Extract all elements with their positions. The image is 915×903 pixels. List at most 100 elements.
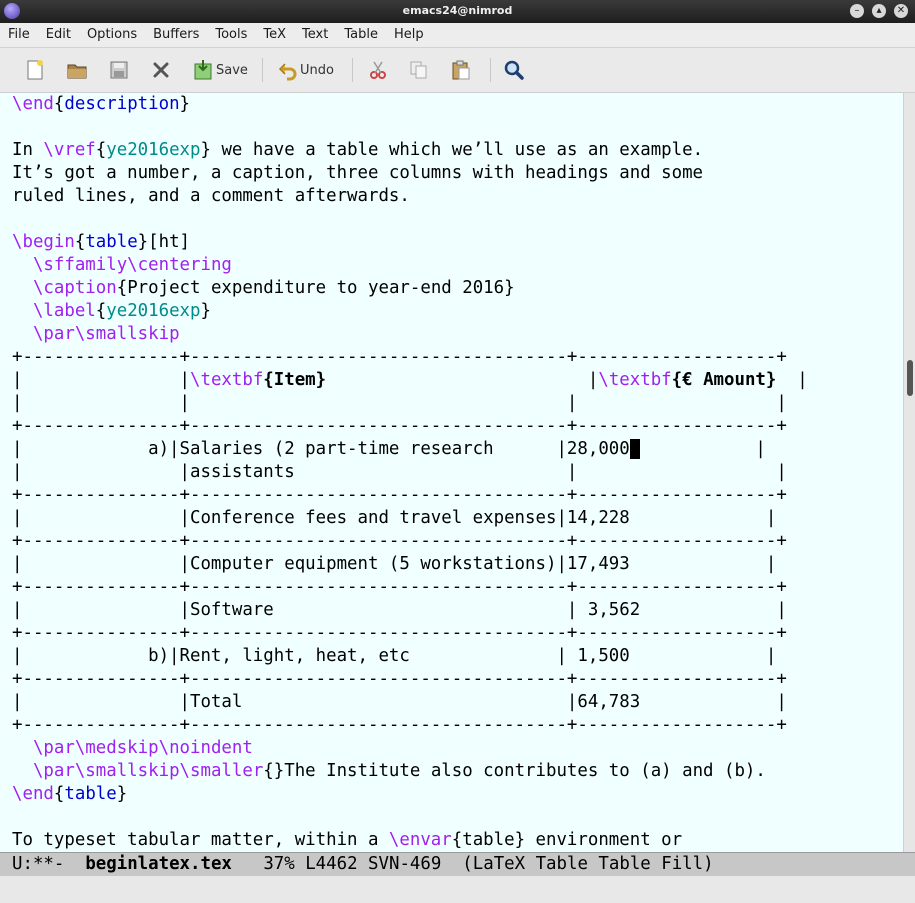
buffer-text: }[ht] [137, 232, 191, 252]
tool-bar: Save Undo [0, 48, 915, 93]
buffer-line[interactable]: \par\smallskip\smaller{}The Institute al… [12, 760, 766, 783]
buffer-line[interactable]: | |Conference fees and travel expenses|1… [12, 507, 776, 530]
buffer-line[interactable]: +---------------+-----------------------… [12, 346, 787, 369]
undo-arrow-icon [278, 63, 297, 81]
buffer-text: +---------------+-----------------------… [12, 623, 787, 643]
modeline-buffer-name: beginlatex.tex [85, 854, 232, 874]
buffer-line[interactable]: | |\textbf{Item} |\textbf{€ Amount} | [12, 369, 808, 392]
minibuffer[interactable] [0, 876, 915, 903]
buffer-text: { [53, 94, 65, 114]
buffer-line[interactable]: +---------------+-----------------------… [12, 415, 787, 438]
menu-tools[interactable]: Tools [207, 23, 255, 47]
search-button[interactable] [503, 58, 525, 82]
menu-buffers[interactable]: Buffers [145, 23, 207, 47]
kill-buffer-button[interactable] [150, 58, 172, 82]
buffer-text: {table} environment or [451, 830, 683, 850]
cut-button[interactable] [367, 58, 389, 82]
menu-text[interactable]: Text [294, 23, 336, 47]
buffer-text: {Project expenditure to year-end 2016} [116, 278, 515, 298]
scrollbar-thumb[interactable] [907, 360, 913, 396]
buffer-line[interactable]: +---------------+-----------------------… [12, 576, 787, 599]
save-button[interactable]: Save [192, 58, 248, 82]
buffer-line[interactable]: | b)|Rent, light, heat, etc | 1,500 | [12, 645, 776, 668]
buffer-line[interactable]: | |Software | 3,562 | [12, 599, 787, 622]
buffer-text: {Item} [263, 370, 327, 390]
new-file-button[interactable] [24, 58, 46, 82]
buffer-line[interactable]: +---------------+-----------------------… [12, 530, 787, 553]
buffer-text: | | [12, 370, 190, 390]
buffer-text: \par\smallskip\smaller [32, 761, 264, 781]
buffer-text: \par\smallskip [32, 324, 180, 344]
buffer-line[interactable]: ruled lines, and a comment afterwards. [12, 185, 410, 208]
buffer-text: | |Computer equipment (5 workstations)|1… [12, 554, 777, 574]
buffer-line[interactable]: \par\smallskip [12, 323, 180, 346]
open-folder-button[interactable] [66, 58, 88, 82]
text-cursor [629, 439, 641, 459]
buffer-line[interactable]: | |Total |64,783 | [12, 691, 787, 714]
buffer-line[interactable]: | |Computer equipment (5 workstations)|1… [12, 553, 776, 576]
menu-help[interactable]: Help [386, 23, 432, 47]
buffer-line[interactable]: \end{table} [12, 783, 127, 806]
buffer-line[interactable]: \label{ye2016exp} [12, 300, 211, 323]
buffer-text: \textbf [190, 370, 264, 390]
buffer-line[interactable]: \end{description} [12, 93, 190, 116]
buffer-text: +---------------+-----------------------… [12, 715, 787, 735]
editor-buffer[interactable]: \end{description} In \vref{ye2016exp} we … [0, 93, 903, 852]
buffer-line[interactable]: \caption{Project expenditure to year-end… [12, 277, 515, 300]
maximize-icon[interactable]: ▴ [872, 4, 886, 18]
buffer-line[interactable]: | a)|Salaries (2 part-time research |28,… [12, 438, 766, 461]
buffer-text: { [74, 232, 86, 252]
modeline-vc: SVN-469 [368, 854, 442, 874]
paste-button[interactable] [450, 58, 472, 82]
buffer-text [12, 738, 33, 758]
buffer-text: | |Software | 3,562 | [12, 600, 787, 620]
buffer-text: \begin [12, 232, 75, 252]
buffer-text: ruled lines, and a comment afterwards. [12, 186, 410, 206]
buffer-line[interactable]: +---------------+-----------------------… [12, 668, 787, 691]
close-icon[interactable]: ✕ [894, 4, 908, 18]
buffer-line[interactable]: +---------------+-----------------------… [12, 622, 787, 645]
buffer-line[interactable]: \begin{table}[ht] [12, 231, 190, 254]
title-bar: emacs24@nimrod – ▴ ✕ [0, 0, 915, 23]
buffer-line[interactable]: +---------------+-----------------------… [12, 484, 787, 507]
menu-options[interactable]: Options [79, 23, 145, 47]
buffer-line[interactable]: \sffamily\centering [12, 254, 232, 277]
minimize-icon[interactable]: – [850, 4, 864, 18]
undo-button[interactable]: Undo [277, 58, 334, 82]
buffer-line[interactable]: +---------------+-----------------------… [12, 714, 787, 737]
buffer-text: \envar [388, 830, 452, 850]
buffer-text [12, 278, 33, 298]
menu-tex[interactable]: TeX [255, 23, 294, 47]
buffer-line[interactable]: | |assistants | | [12, 461, 787, 484]
buffer-text: ye2016exp [106, 301, 201, 321]
buffer-line[interactable]: It’s got a number, a caption, three colu… [12, 162, 703, 185]
buffer-text: { [95, 301, 107, 321]
new-file-icon [27, 60, 43, 80]
buffer-text: { [53, 784, 65, 804]
menu-edit[interactable]: Edit [38, 23, 79, 47]
buffer-text: } [200, 301, 211, 321]
menu-table[interactable]: Table [336, 23, 386, 47]
copy-icon [410, 61, 427, 79]
buffer-line[interactable]: In \vref{ye2016exp} we have a table whic… [12, 139, 703, 162]
buffer-text: {€ Amount} [671, 370, 777, 390]
buffer-text: +---------------+-----------------------… [12, 577, 787, 597]
buffer-text [12, 255, 33, 275]
close-buffer-button[interactable] [108, 58, 130, 82]
menu-bar: File Edit Options Buffers Tools TeX Text Table H… [0, 23, 915, 48]
buffer-line[interactable]: To typeset tabular matter, within a \env… [12, 829, 682, 852]
buffer-text: | [776, 370, 808, 390]
vertical-scrollbar[interactable] [903, 93, 915, 852]
buffer-text: +---------------+-----------------------… [12, 416, 787, 436]
buffer-text: } [116, 784, 128, 804]
menu-file[interactable]: File [0, 23, 38, 47]
buffer-text: | |Total |64,783 | [12, 692, 787, 712]
copy-button[interactable] [408, 58, 430, 82]
buffer-text [12, 301, 33, 321]
folder-icon [67, 64, 87, 79]
buffer-line[interactable]: | | | | [12, 392, 787, 415]
buffer-text: It’s got a number, a caption, three colu… [12, 163, 704, 183]
search-icon [504, 60, 524, 80]
buffer-line[interactable]: \par\medskip\noindent [12, 737, 253, 760]
save-icon [194, 60, 212, 80]
